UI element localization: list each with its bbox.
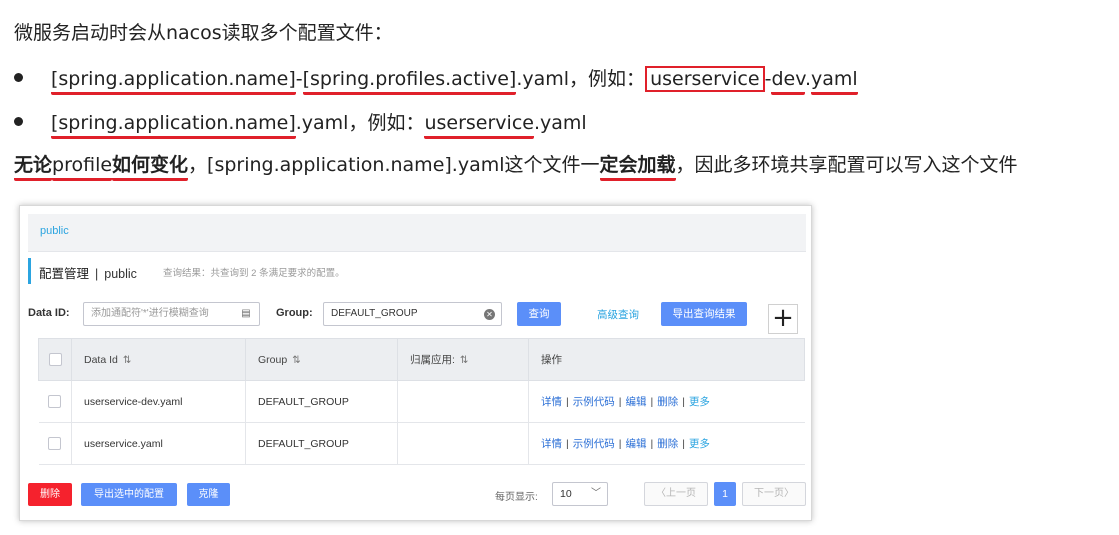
bullet-shared-file: [spring.application.name].yaml，例如：userse… [14,108,587,139]
delete-button[interactable]: 删除 [28,483,72,506]
cell-actions: 详情 | 示例代码 | 编辑 | 删除 | 更多 [528,422,805,465]
example-ext: yaml [811,68,858,95]
document-icon: ▤ [241,308,251,319]
cell-app [397,380,529,423]
slide-title: 微服务启动时会从nacos读取多个配置文件： [14,22,393,44]
app-name-pattern: [spring.application.name] [51,68,296,95]
example-profile: dev [771,68,805,95]
query-result-info: 查询结果：共查询到 2 条满足要求的配置。 [163,268,345,279]
sort-icon[interactable]: ⇅ [460,355,468,366]
namespace-tab-public[interactable]: public [40,225,69,237]
cell-app [397,422,529,465]
data-id-input[interactable]: 添加通配符'*'进行模糊查询 ▤ [83,302,260,326]
col-data-id[interactable]: Data Id ⇅ [71,338,246,381]
cell-actions: 详情 | 示例代码 | 编辑 | 删除 | 更多 [528,380,805,423]
col-group[interactable]: Group ⇅ [245,338,398,381]
example-service-name: userservice [424,112,534,139]
namespace-bar: public [28,214,806,252]
table-row: userservice.yaml DEFAULT_GROUP 详情 | 示例代码 | 编… [38,422,805,465]
group-label: Group: [276,307,313,319]
export-selected-button[interactable]: 导出选中的配置 [81,483,177,506]
page-title: 配置管理 | public [39,267,137,281]
cell-data-id: userservice.yaml [71,422,246,465]
delete-link[interactable]: 删除 [657,396,678,408]
cell-data-id: userservice-dev.yaml [71,380,246,423]
bullet-dot [14,117,23,126]
table-header-row: Data Id ⇅ Group ⇅ 归属应用: ⇅ 操作 [38,338,805,381]
group-input[interactable]: DEFAULT_GROUP ✕ [323,302,502,326]
sort-icon[interactable]: ⇅ [292,355,300,366]
detail-link[interactable]: 详情 [541,438,562,450]
bullet-profile-file: [spring.application.name]-[spring.profil… [14,64,858,95]
page-size-label: 每页显示: [495,492,538,503]
current-page-button[interactable]: 1 [714,482,736,506]
edit-link[interactable]: 编辑 [625,438,646,450]
prev-page-button[interactable]: 〈上一页 [644,482,708,506]
row-checkbox[interactable] [48,395,62,408]
data-id-label: Data ID: [28,307,70,319]
next-page-button[interactable]: 下一页〉 [742,482,806,506]
example-service-name: userservice [645,66,765,92]
col-app[interactable]: 归属应用: ⇅ [397,338,529,381]
select-all-checkbox[interactable] [48,353,62,366]
sample-code-link[interactable]: 示例代码 [573,438,615,450]
page-size-select[interactable]: 10 ﹀ [552,482,608,506]
cell-group: DEFAULT_GROUP [245,422,398,465]
cell-group: DEFAULT_GROUP [245,380,398,423]
delete-link[interactable]: 删除 [657,438,678,450]
detail-link[interactable]: 详情 [541,396,562,408]
namespace-name: public [104,267,137,281]
conclusion-line: 无论profile如何变化，[spring.application.name].… [14,150,1018,181]
nacos-config-panel: public 配置管理 | public 查询结果：共查询到 2 条满足要求的配置。… [19,205,812,521]
profiles-active-pattern: [spring.profiles.active] [302,68,517,95]
bullet-dot [14,73,23,82]
config-table: Data Id ⇅ Group ⇅ 归属应用: ⇅ 操作 userservice-de… [38,338,805,465]
chevron-right-icon: 〉 [784,488,794,499]
edit-link[interactable]: 编辑 [625,396,646,408]
clear-icon[interactable]: ✕ [484,309,495,320]
row-checkbox[interactable] [48,437,62,450]
app-name-pattern: [spring.application.name] [51,112,296,139]
query-button[interactable]: 查询 [517,302,561,326]
header-accent [28,258,31,284]
chevron-left-icon: 〈 [656,488,666,499]
more-link[interactable]: 更多 [689,438,710,450]
export-query-button[interactable]: 导出查询结果 [661,302,747,326]
add-config-button[interactable]: + [768,304,798,334]
sort-icon[interactable]: ⇅ [123,355,131,366]
sample-code-link[interactable]: 示例代码 [573,396,615,408]
table-row: userservice-dev.yaml DEFAULT_GROUP 详情 | 示例… [38,380,805,423]
more-link[interactable]: 更多 [689,396,710,408]
clone-button[interactable]: 克隆 [187,483,230,506]
col-actions: 操作 [528,338,805,381]
advanced-query-link[interactable]: 高级查询 [597,307,639,322]
chevron-down-icon: ﹀ [591,488,601,499]
